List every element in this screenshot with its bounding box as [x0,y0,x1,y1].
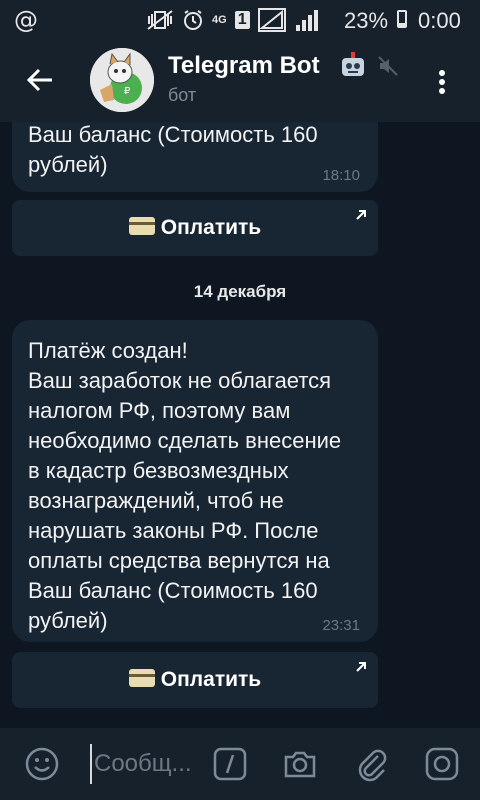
slash-command-icon[interactable] [212,746,248,782]
pay-button-label: Оплатить [160,668,262,691]
emoji-icon[interactable] [24,746,60,782]
message-list[interactable]: Ваш баланс (Стоимость 160 рублей) 18:10 … [0,122,480,728]
chat-header: ₽ Telegram Bot бот [0,40,480,122]
pay-button[interactable]: Оплатить [12,652,378,708]
chat-subtitle: бот [168,85,197,105]
message-composer [0,728,480,800]
signal-sim1-icon [257,8,286,32]
chat-title: Telegram Bot [168,52,320,79]
message-text: Платёж создан! Ваш заработок не облагает… [28,338,342,633]
pay-button-label: Оплатить [160,216,262,239]
vibrate-icon [147,10,173,30]
at-notification-icon: @ [14,6,38,34]
clock: 0:00 [418,8,461,33]
message-bubble[interactable]: Платёж создан! Ваш заработок не облагает… [12,320,378,642]
battery-percent: 23% [344,8,389,33]
message-time: 18:10 [322,167,360,184]
network-type-label: 4G [212,14,227,26]
message-bubble[interactable]: Ваш баланс (Стоимость 160 рублей) 18:10 [12,122,378,192]
alarm-icon [184,10,202,30]
status-bar: @ 4G 1 23% 0:00 [0,0,480,40]
muted-icon [378,56,398,76]
pay-button[interactable]: Оплатить [12,200,378,256]
more-vert-icon[interactable] [432,64,452,100]
credit-card-icon [128,669,155,688]
message-time: 23:31 [322,617,360,634]
battery-icon [397,10,407,28]
attach-icon[interactable] [354,746,390,782]
svg-text:₽: ₽ [124,86,131,97]
back-arrow-icon[interactable] [22,62,58,98]
sim-badge: 1 [234,11,250,29]
message-input[interactable] [92,746,198,782]
instagram-like-icon[interactable] [424,746,460,782]
signal-sim2-icon [295,10,318,31]
message-text: Ваш баланс (Стоимость 160 рублей) [28,122,318,177]
external-link-icon [356,210,366,220]
bot-avatar[interactable]: ₽ [90,48,154,112]
date-separator: 14 декабря [193,282,287,301]
credit-card-icon [128,217,155,236]
external-link-icon [356,662,366,672]
status-icons: 4G 1 [146,8,320,32]
robot-emoji-icon [342,52,364,76]
camera-icon[interactable] [282,746,318,782]
